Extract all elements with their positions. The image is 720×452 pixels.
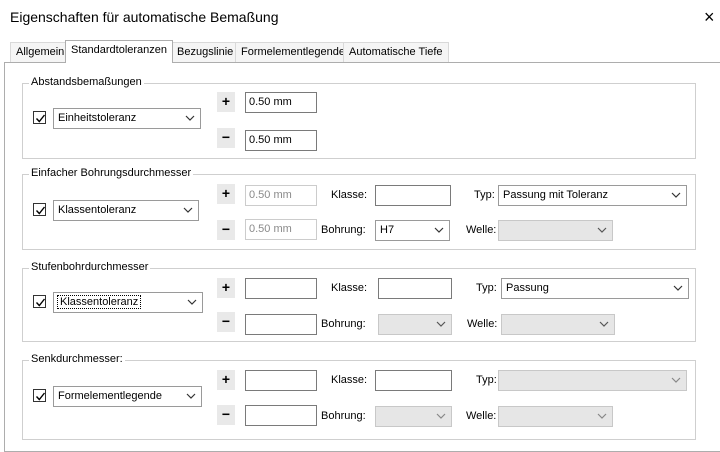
checkmark-icon xyxy=(35,206,46,215)
group-title-senk: Senkdurchmesser: xyxy=(29,353,125,365)
senk-combo-value: Formelementlegende xyxy=(58,390,162,402)
stufen-bohrung-label: Bohrung: xyxy=(321,318,366,330)
stufen-bohrung-combo[interactable] xyxy=(378,314,452,335)
checkmark-icon xyxy=(35,114,46,123)
senk-welle-combo[interactable] xyxy=(498,406,613,427)
plus-button[interactable]: + xyxy=(217,278,235,298)
einfach-bohrung-label: Bohrung: xyxy=(321,224,366,236)
tab-allgemein[interactable]: Allgemein xyxy=(10,42,71,62)
chevron-down-icon xyxy=(183,207,193,213)
chevron-down-icon xyxy=(673,285,683,291)
stufen-typ-label: Typ: xyxy=(476,282,497,294)
senk-bohrung-combo[interactable] xyxy=(375,406,452,427)
stufen-tolerance-combo[interactable]: Klassentoleranz xyxy=(53,292,203,313)
einfach-tolerance-combo[interactable]: Klassentoleranz xyxy=(53,200,199,221)
group-title-stufen: Stufenbohrdurchmesser xyxy=(29,261,151,273)
tab-automatische-tiefe[interactable]: Automatische Tiefe xyxy=(343,42,449,62)
chevron-down-icon xyxy=(186,393,196,399)
einfach-typ-label: Typ: xyxy=(474,189,495,201)
stufen-typ-combo[interactable]: Passung xyxy=(501,278,689,299)
stufen-minus-input[interactable] xyxy=(245,314,317,335)
stufen-typ-value: Passung xyxy=(506,282,549,294)
senk-minus-input[interactable] xyxy=(245,405,317,426)
checkmark-icon xyxy=(35,298,46,307)
chevron-down-icon xyxy=(434,227,444,233)
plus-button[interactable]: + xyxy=(217,184,235,204)
abstand-combo-value: Einheitstoleranz xyxy=(58,112,137,124)
einfach-klasse-input[interactable] xyxy=(375,185,451,206)
group-title-einfach: Einfacher Bohrungsdurchmesser xyxy=(29,167,194,179)
einfach-minus-input[interactable]: 0.50 mm xyxy=(245,219,317,240)
senk-checkbox[interactable] xyxy=(33,389,46,402)
senk-klasse-label: Klasse: xyxy=(331,374,368,386)
group-title-abstand: Abstandsbemaßungen xyxy=(29,76,144,88)
minus-button[interactable]: − xyxy=(217,128,235,148)
minus-button[interactable]: − xyxy=(217,312,235,332)
einfach-typ-combo[interactable]: Passung mit Toleranz xyxy=(498,185,687,206)
chevron-down-icon xyxy=(185,115,195,121)
chevron-down-icon xyxy=(187,299,197,305)
chevron-down-icon xyxy=(671,377,681,383)
einfach-typ-value: Passung mit Toleranz xyxy=(503,189,608,201)
stufen-welle-label: Welle: xyxy=(467,318,498,330)
chevron-down-icon xyxy=(671,192,681,198)
senk-klasse-input[interactable] xyxy=(375,370,452,391)
einfach-klasse-label: Klasse: xyxy=(331,189,368,201)
einfach-checkbox[interactable] xyxy=(33,203,46,216)
checkmark-icon xyxy=(35,392,46,401)
senk-typ-combo[interactable] xyxy=(498,370,687,391)
chevron-down-icon xyxy=(436,321,446,327)
chevron-down-icon xyxy=(599,321,609,327)
abstand-minus-input[interactable]: 0.50 mm xyxy=(245,130,317,151)
tab-bezugslinie[interactable]: Bezugslinie xyxy=(171,42,240,62)
minus-button[interactable]: − xyxy=(217,220,235,240)
senk-typ-label: Typ: xyxy=(476,374,497,386)
plus-button[interactable]: + xyxy=(217,370,235,390)
stufen-welle-combo[interactable] xyxy=(501,314,615,335)
einfach-welle-combo[interactable] xyxy=(498,220,613,241)
senk-tolerance-combo[interactable]: Formelementlegende xyxy=(53,386,202,407)
einfach-bohrung-combo[interactable]: H7 xyxy=(375,220,450,241)
stufen-klasse-input[interactable] xyxy=(378,278,452,299)
chevron-down-icon xyxy=(597,227,607,233)
abstand-plus-input[interactable]: 0.50 mm xyxy=(245,92,317,113)
window-title: Eigenschaften für automatische Bemaßung xyxy=(10,9,279,25)
stufen-plus-input[interactable] xyxy=(245,278,317,299)
senk-plus-input[interactable] xyxy=(245,370,317,391)
einfach-bohrung-value: H7 xyxy=(380,224,395,236)
stufen-klasse-label: Klasse: xyxy=(331,282,368,294)
abstand-checkbox[interactable] xyxy=(33,111,46,124)
senk-bohrung-label: Bohrung: xyxy=(321,410,366,422)
plus-button[interactable]: + xyxy=(217,92,235,112)
tab-formelementlegende[interactable]: Formelementlegende xyxy=(235,42,351,62)
abstand-tolerance-combo[interactable]: Einheitstoleranz xyxy=(53,108,201,129)
close-icon[interactable]: × xyxy=(704,0,720,34)
einfach-combo-value: Klassentoleranz xyxy=(58,204,137,216)
stufen-checkbox[interactable] xyxy=(33,295,46,308)
tab-standardtoleranzen[interactable]: Standardtoleranzen xyxy=(65,40,174,63)
chevron-down-icon xyxy=(436,413,446,419)
minus-button[interactable]: − xyxy=(217,405,235,425)
senk-welle-label: Welle: xyxy=(466,410,497,422)
chevron-down-icon xyxy=(597,413,607,419)
einfach-plus-input[interactable]: 0.50 mm xyxy=(245,185,317,206)
einfach-welle-label: Welle: xyxy=(466,224,497,236)
stufen-combo-value: Klassentoleranz xyxy=(56,295,142,309)
